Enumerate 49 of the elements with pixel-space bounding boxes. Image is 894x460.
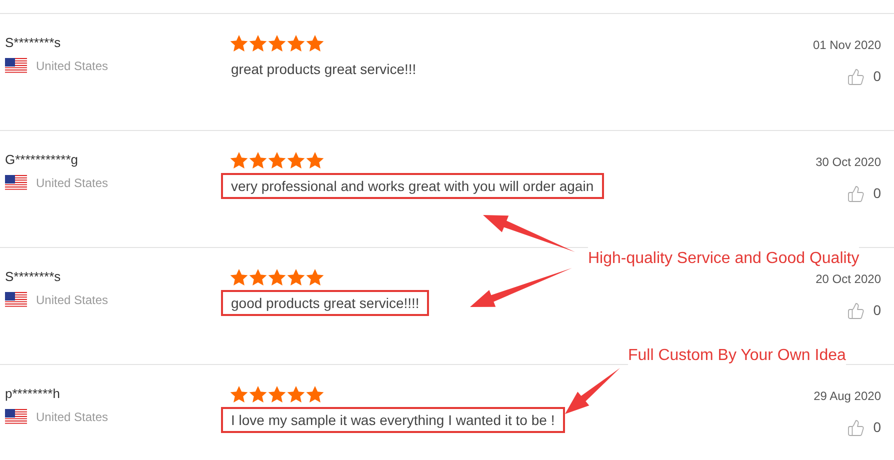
star-icon (306, 35, 324, 52)
country-label: United States (36, 58, 108, 75)
reviewer-name: G***********g (5, 152, 78, 168)
like-button[interactable] (847, 68, 866, 86)
reviewer-name: S********s (5, 35, 61, 51)
star-icon (230, 152, 248, 169)
reviewer-name: p********h (5, 386, 60, 402)
like-button[interactable] (847, 184, 866, 202)
star-icon (249, 386, 267, 403)
flag-icon (5, 175, 27, 191)
like-button[interactable] (847, 418, 866, 436)
star-icon (306, 269, 324, 286)
star-icon (306, 152, 324, 169)
star-icon (287, 386, 305, 403)
review-date: 20 Oct 2020 (816, 271, 881, 288)
annotation-arrow (565, 368, 620, 414)
flag-icon (5, 409, 27, 425)
star-icon (268, 386, 286, 403)
highlighted-review-text: I love my sample it was everything I wanted it to be ! (221, 407, 565, 433)
star-icon (287, 35, 305, 52)
star-icon (268, 152, 286, 169)
star-icon (268, 35, 286, 52)
flag-icon (5, 292, 27, 308)
like-count: 0 (873, 418, 881, 437)
star-icon (306, 386, 324, 403)
like-count: 0 (873, 67, 881, 86)
like-count: 0 (873, 184, 881, 203)
review-date: 29 Aug 2020 (814, 388, 881, 405)
country-label: United States (36, 409, 108, 426)
star-icon (249, 152, 267, 169)
star-icon (230, 386, 248, 403)
review-text: great products great service!!! (230, 60, 418, 79)
star-icon (287, 269, 305, 286)
country-label: United States (36, 292, 108, 309)
highlighted-review-text: very professional and works great with you will order again (221, 173, 604, 199)
like-button[interactable] (847, 302, 866, 320)
star-icon (287, 152, 305, 169)
star-icon (268, 269, 286, 286)
country-label: United States (36, 175, 108, 192)
star-icon (230, 269, 248, 286)
review-date: 01 Nov 2020 (812, 37, 881, 54)
highlighted-review-text: good products great service!!!! (221, 290, 430, 316)
flag-icon (5, 58, 27, 74)
review-date: 30 Oct 2020 (816, 154, 881, 171)
reviewer-name: S********s (5, 269, 61, 285)
star-icon (249, 269, 267, 286)
star-icon (230, 35, 248, 52)
star-icon (249, 35, 267, 52)
like-count: 0 (873, 301, 881, 320)
